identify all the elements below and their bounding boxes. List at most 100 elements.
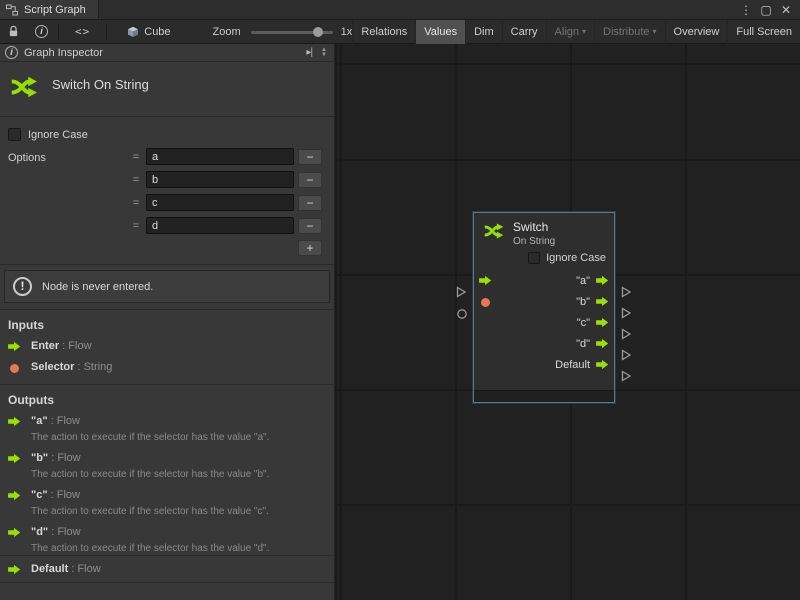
remove-option-button[interactable]: −: [298, 218, 322, 234]
add-option-button[interactable]: +: [298, 240, 322, 256]
kebab-menu-icon[interactable]: ⋮: [738, 1, 754, 19]
spinner-down-icon[interactable]: ▼: [321, 53, 327, 58]
chevron-down-icon: ▾: [582, 28, 586, 36]
graph-canvas[interactable]: Switch On String Ignore Case "a" "b" "c": [335, 44, 800, 600]
target-label: Cube: [144, 26, 170, 38]
flow-port-icon: [8, 527, 22, 538]
dim-button[interactable]: Dim: [465, 20, 502, 44]
node-ignore-case-row[interactable]: Ignore Case: [474, 252, 606, 264]
maximize-icon[interactable]: ▢: [758, 1, 774, 19]
port-type: String: [84, 361, 113, 373]
remove-option-button[interactable]: −: [298, 149, 322, 165]
zoom-slider-handle[interactable]: [313, 27, 323, 37]
info-icon: i: [5, 46, 18, 59]
node-ignore-case-checkbox[interactable]: [528, 252, 540, 264]
flow-port-icon: [8, 453, 22, 464]
fullscreen-button[interactable]: Full Screen: [727, 20, 800, 44]
flow-connect-triangle-icon[interactable]: [621, 370, 632, 382]
graph-target-selector[interactable]: Cube: [127, 26, 170, 38]
align-button[interactable]: Align ▾: [546, 20, 594, 44]
flow-port-icon: [8, 564, 22, 575]
separator: [0, 555, 334, 556]
flow-connect-triangle-icon[interactable]: [621, 307, 632, 319]
toolbar-divider: [58, 24, 59, 40]
flow-output-arrow-icon[interactable]: [596, 359, 609, 370]
node-header[interactable]: Switch On String: [474, 213, 614, 247]
option-row: = −: [130, 148, 322, 165]
option-input[interactable]: [146, 194, 294, 211]
port-row: "a": [474, 270, 614, 291]
flow-output-arrow-icon[interactable]: [596, 317, 609, 328]
lock-icon: [8, 25, 19, 38]
graph-inspector-panel: i Graph Inspector ▸| ▲ ▼ Switch On Strin…: [0, 44, 335, 600]
outputs-header: Outputs: [0, 384, 334, 411]
port-type: Flow: [57, 452, 80, 464]
inspector-header: i Graph Inspector ▸| ▲ ▼: [0, 44, 334, 62]
flow-connect-triangle-icon[interactable]: [621, 328, 632, 340]
value-connect-circle-icon[interactable]: [456, 308, 468, 320]
distribute-button[interactable]: Distribute ▾: [594, 20, 664, 44]
flow-output-arrow-icon[interactable]: [596, 296, 609, 307]
port-name: Selector: [31, 361, 74, 373]
values-button[interactable]: Values: [415, 20, 465, 44]
zoom-slider[interactable]: [251, 26, 333, 38]
option-row: = −: [130, 194, 322, 211]
port-separator: :: [48, 415, 57, 427]
port-separator: :: [48, 452, 57, 464]
flow-connect-triangle-icon[interactable]: [621, 286, 632, 298]
flow-connect-triangle-icon[interactable]: [456, 286, 467, 298]
port-row: "c": [474, 312, 614, 333]
option-input[interactable]: [146, 148, 294, 165]
lock-button[interactable]: [0, 20, 27, 44]
carry-button[interactable]: Carry: [502, 20, 546, 44]
edit-source-button[interactable]: <>: [61, 20, 104, 44]
flow-input-arrow-icon[interactable]: [479, 275, 492, 286]
scroll-spinner[interactable]: ▲ ▼: [318, 48, 330, 58]
option-input[interactable]: [146, 217, 294, 234]
separator: [0, 582, 334, 583]
align-label: Align: [555, 26, 579, 38]
inspect-toggle-button[interactable]: i: [27, 20, 56, 44]
tab-script-graph[interactable]: Script Graph: [0, 0, 99, 19]
drag-handle-icon[interactable]: =: [130, 151, 142, 163]
separator: [0, 264, 334, 265]
option-input[interactable]: [146, 171, 294, 188]
input-entry-selector: Selector : String: [0, 357, 334, 378]
warning-box: ! Node is never entered.: [4, 270, 330, 303]
ignore-case-label: Ignore Case: [28, 129, 88, 141]
output-entry-default: Default : Flow: [0, 559, 334, 580]
output-entry-b: "b" : Flow The action to execute if the …: [0, 448, 334, 485]
value-port-icon: [8, 362, 22, 373]
port-separator: :: [48, 489, 57, 501]
dock-panel-icon[interactable]: ▸|: [306, 47, 312, 58]
flow-output-arrow-icon[interactable]: [596, 275, 609, 286]
flow-output-arrow-icon[interactable]: [596, 338, 609, 349]
graph-toolbar: i <> Cube Zoom 1x Relations Values Dim C…: [0, 20, 800, 44]
close-icon[interactable]: ✕: [778, 1, 794, 19]
port-label: "b": [576, 296, 590, 308]
switch-node[interactable]: Switch On String Ignore Case "a" "b" "c": [473, 212, 615, 403]
port-separator: :: [48, 526, 57, 538]
ignore-case-row[interactable]: Ignore Case: [0, 125, 334, 144]
flow-port-icon: [8, 490, 22, 501]
remove-option-button[interactable]: −: [298, 195, 322, 211]
drag-handle-icon[interactable]: =: [130, 174, 142, 186]
options-list: = − = − = − = −: [130, 148, 322, 256]
port-type: Flow: [68, 340, 91, 352]
port-name: Default: [31, 563, 68, 575]
selector-value-port-icon[interactable]: [481, 298, 490, 307]
flow-port-icon: [8, 341, 22, 352]
port-name: Enter: [31, 340, 59, 352]
flow-connect-triangle-icon[interactable]: [621, 349, 632, 361]
drag-handle-icon[interactable]: =: [130, 197, 142, 209]
remove-option-button[interactable]: −: [298, 172, 322, 188]
drag-handle-icon[interactable]: =: [130, 220, 142, 232]
output-entry-c: "c" : Flow The action to execute if the …: [0, 485, 334, 522]
overview-button[interactable]: Overview: [665, 20, 728, 44]
relations-button[interactable]: Relations: [352, 20, 415, 44]
port-row: "d": [474, 333, 614, 354]
inputs-header: Inputs: [0, 309, 334, 336]
info-icon: i: [35, 25, 48, 38]
toolbar-divider: [106, 24, 107, 40]
ignore-case-checkbox[interactable]: [8, 128, 21, 141]
